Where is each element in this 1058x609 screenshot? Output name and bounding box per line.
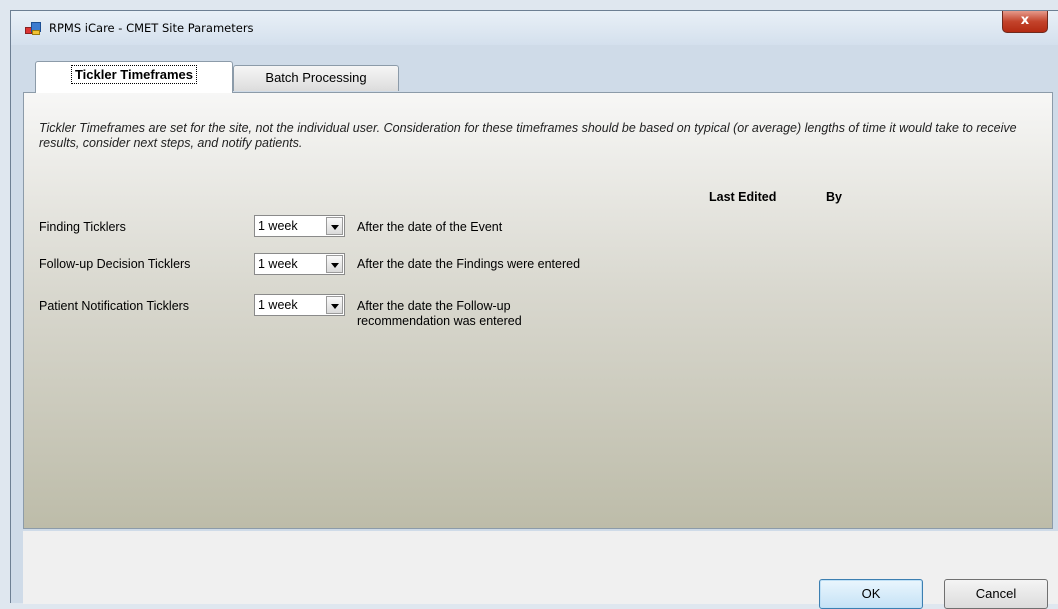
chevron-down-icon[interactable] [326, 296, 343, 314]
select-value: 1 week [258, 257, 298, 271]
follow-up-decision-ticklers-label: Follow-up Decision Ticklers [39, 257, 191, 271]
finding-ticklers-after-text: After the date of the Event [357, 220, 503, 234]
app-icon [25, 22, 41, 36]
description-text: Tickler Timeframes are set for the site,… [39, 121, 1017, 150]
ok-button[interactable]: OK [819, 579, 923, 609]
follow-up-decision-after-text: After the date the Findings were entered [357, 257, 581, 271]
tab-strip: Tickler Timeframes Batch Processing [21, 61, 1051, 93]
window-title: RPMS iCare - CMET Site Parameters [49, 21, 254, 35]
tab-label: Tickler Timeframes [70, 65, 198, 84]
tab-label: Batch Processing [265, 70, 367, 85]
patient-notification-after-text: After the date the Follow-up recommendat… [357, 299, 522, 328]
tab-panel: Tickler Timeframes are set for the site,… [23, 92, 1053, 529]
by-header: By [826, 190, 842, 204]
finding-ticklers-select[interactable]: 1 week [254, 215, 345, 237]
patient-notification-ticklers-select[interactable]: 1 week [254, 294, 345, 316]
close-button[interactable]: x [1002, 11, 1048, 33]
select-value: 1 week [258, 298, 298, 312]
title-bar[interactable]: RPMS iCare - CMET Site Parameters x [11, 11, 1058, 45]
cancel-button[interactable]: Cancel [944, 579, 1048, 609]
chevron-down-icon[interactable] [326, 217, 343, 235]
finding-ticklers-label: Finding Ticklers [39, 220, 126, 234]
last-edited-header: Last Edited [709, 190, 777, 204]
patient-notification-ticklers-label: Patient Notification Ticklers [39, 299, 190, 313]
tab-batch-processing[interactable]: Batch Processing [233, 65, 399, 91]
select-value: 1 week [258, 219, 298, 233]
tab-tickler-timeframes[interactable]: Tickler Timeframes [35, 61, 233, 93]
dialog-window: RPMS iCare - CMET Site Parameters x Tick… [10, 10, 1058, 609]
button-bar: OK Cancel [23, 531, 1058, 609]
follow-up-decision-ticklers-select[interactable]: 1 week [254, 253, 345, 275]
chevron-down-icon[interactable] [326, 255, 343, 273]
